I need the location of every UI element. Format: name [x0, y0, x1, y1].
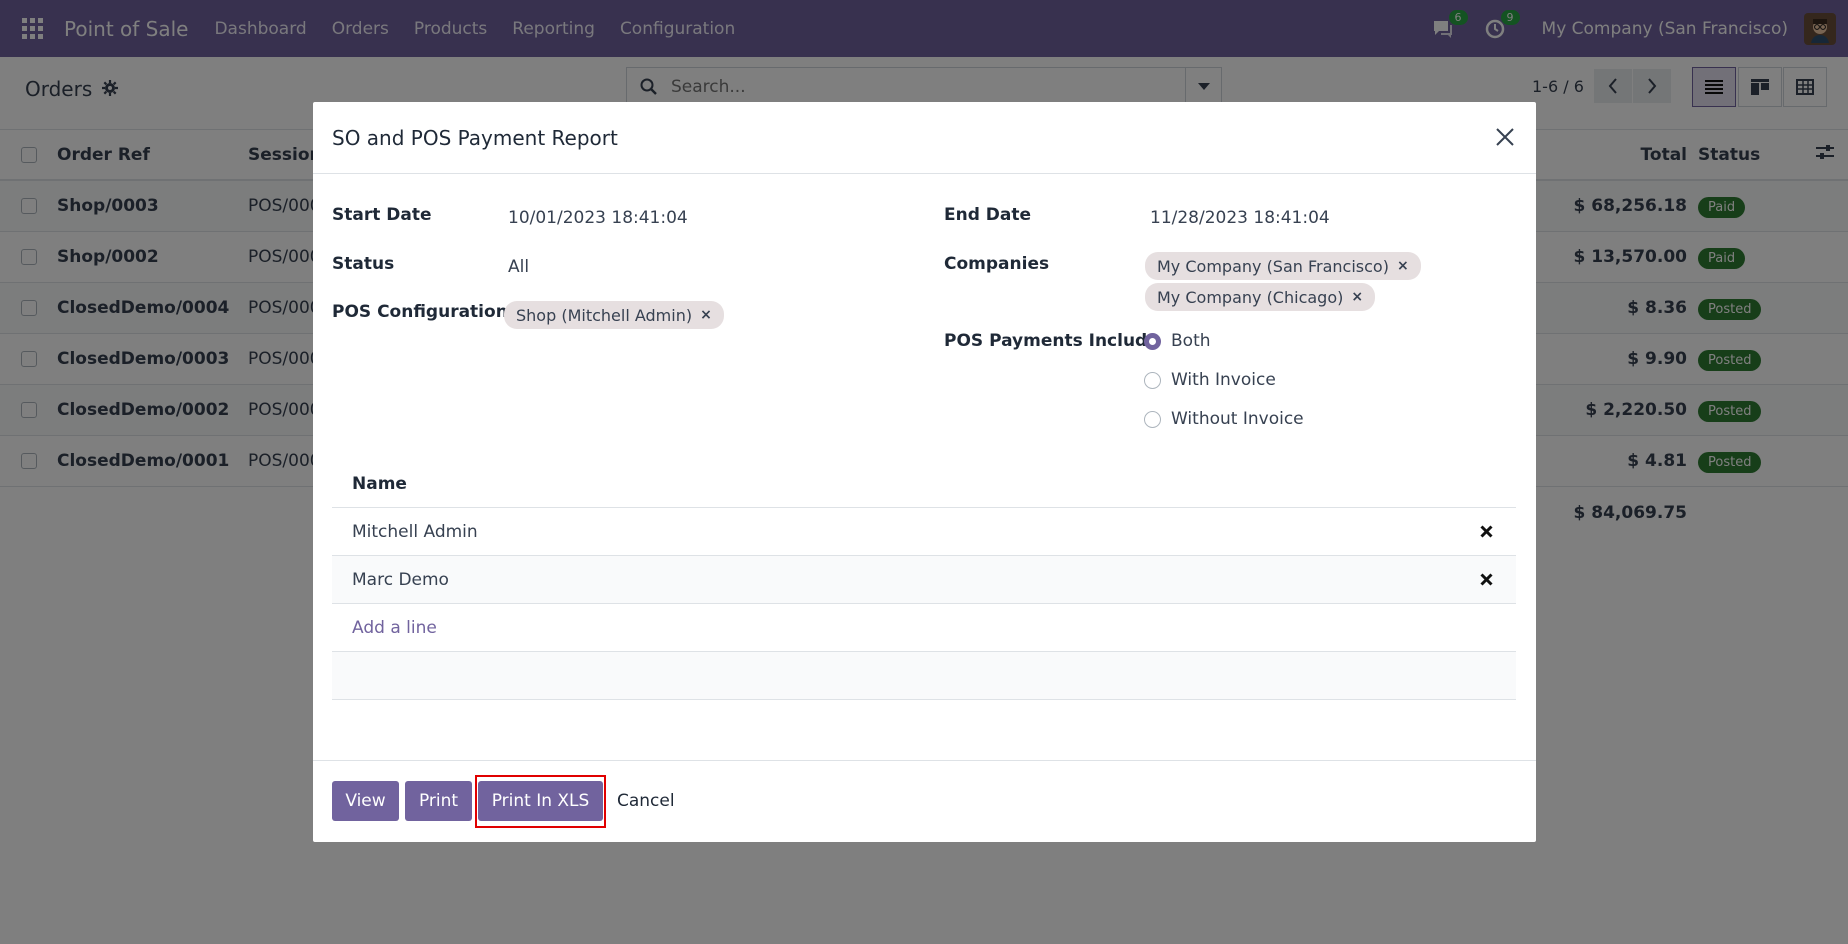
radio-without-invoice[interactable]: Without Invoice	[1144, 409, 1304, 429]
add-line-row: Add a line	[332, 604, 1516, 652]
delete-row-icon[interactable]	[1476, 521, 1496, 541]
table-row[interactable]: Mitchell Admin	[332, 508, 1516, 556]
print-button[interactable]: Print	[405, 781, 472, 821]
empty-row	[332, 652, 1516, 700]
close-icon[interactable]	[1490, 122, 1520, 152]
dialog-title: SO and POS Payment Report	[332, 126, 618, 150]
companies-label: Companies	[944, 254, 1050, 274]
column-name[interactable]: Name	[352, 474, 407, 494]
payments-include-label: POS Payments Include	[944, 331, 1159, 351]
end-date-field[interactable]: 11/28/2023 18:41:04	[1150, 208, 1330, 228]
print-xls-button[interactable]: Print In XLS	[478, 781, 603, 821]
payment-report-dialog: SO and POS Payment Report Start Date 10/…	[313, 102, 1536, 842]
user-name: Mitchell Admin	[352, 522, 478, 542]
cancel-button[interactable]: Cancel	[617, 791, 675, 811]
remove-tag-icon[interactable]: ×	[1397, 258, 1409, 274]
end-date-label: End Date	[944, 205, 1032, 225]
radio-with-invoice[interactable]: With Invoice	[1144, 370, 1276, 390]
status-select[interactable]: All	[508, 257, 529, 277]
radio-both[interactable]: Both	[1144, 331, 1211, 351]
table-row[interactable]: Marc Demo	[332, 556, 1516, 604]
company-tag: My Company (Chicago) ×	[1145, 283, 1376, 311]
radio-unchecked-icon[interactable]	[1144, 371, 1161, 389]
user-name: Marc Demo	[352, 570, 449, 590]
company-tag-label: My Company (San Francisco)	[1157, 256, 1389, 276]
company-tag: My Company (San Francisco) ×	[1145, 252, 1421, 280]
start-date-field[interactable]: 10/01/2023 18:41:04	[508, 208, 688, 228]
pos-configuration-label: POS Configuration	[332, 302, 508, 322]
start-date-label: Start Date	[332, 205, 432, 225]
status-label: Status	[332, 254, 395, 274]
remove-tag-icon[interactable]: ×	[700, 307, 712, 323]
company-tag-label: My Company (Chicago)	[1157, 287, 1344, 307]
add-a-line-link[interactable]: Add a line	[352, 618, 437, 638]
pos-config-tag: Shop (Mitchell Admin) ×	[504, 301, 724, 329]
users-table: Name Mitchell Admin Marc Demo Add a line	[332, 460, 1516, 700]
dialog-footer: View Print Print In XLS Cancel	[313, 760, 1536, 842]
radio-unchecked-icon[interactable]	[1144, 410, 1161, 428]
radio-checked-icon[interactable]	[1144, 332, 1161, 350]
dialog-header: SO and POS Payment Report	[313, 102, 1536, 174]
radio-both-label: Both	[1171, 331, 1211, 351]
pos-config-tag-label: Shop (Mitchell Admin)	[516, 305, 693, 325]
users-table-header: Name	[332, 460, 1516, 508]
radio-with-invoice-label: With Invoice	[1171, 370, 1276, 390]
remove-tag-icon[interactable]: ×	[1351, 289, 1363, 305]
radio-without-invoice-label: Without Invoice	[1171, 409, 1304, 429]
delete-row-icon[interactable]	[1476, 569, 1496, 589]
view-button[interactable]: View	[332, 781, 399, 821]
users-table-body: Mitchell Admin Marc Demo Add a line	[332, 508, 1516, 652]
